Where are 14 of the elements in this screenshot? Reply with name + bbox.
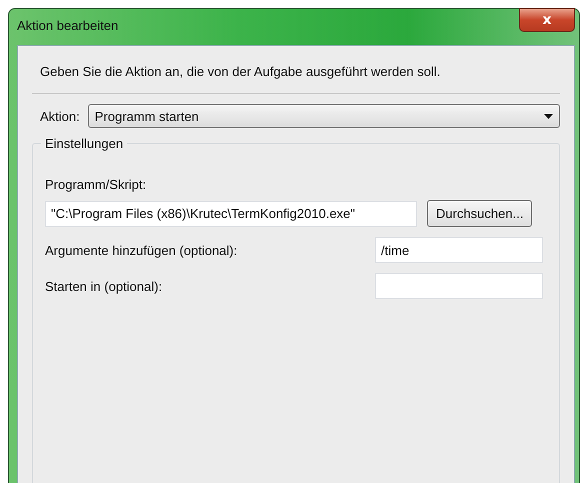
program-path-field[interactable]: "C:\Program Files (x86)\Krutec\TermKonfig2010.exe" (45, 200, 417, 226)
program-label: Programm/Skript: (45, 177, 148, 192)
dropdown-arrow-icon (544, 114, 553, 118)
action-label: Aktion: (40, 108, 80, 124)
group-title: Einstellungen (44, 136, 124, 151)
instruction-text: Geben Sie die Aktion an, die von der Aufgabe ausgeführt werden soll. (40, 64, 442, 79)
input-field[interactable]: /time (375, 237, 543, 263)
field-label: Starten in (optional): (45, 278, 162, 294)
close-button[interactable]: x (519, 8, 575, 32)
action-dropdown[interactable]: Programm starten (88, 104, 560, 128)
window-title: Aktion bearbeiten (17, 18, 118, 33)
browse-button[interactable]: Durchsuchen... (427, 200, 532, 227)
input-field[interactable] (375, 273, 543, 299)
field-label: Argumente hinzufügen (optional): (45, 242, 238, 258)
